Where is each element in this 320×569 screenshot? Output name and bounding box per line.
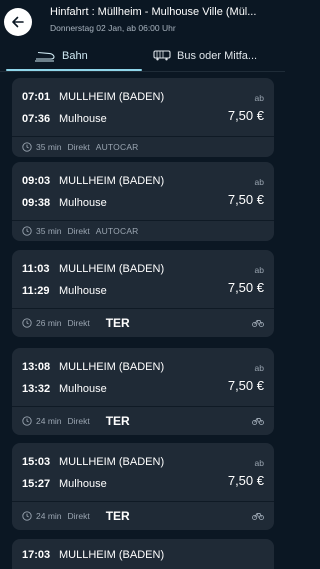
departure-station: MULLHEIM (BADEN) <box>59 175 165 187</box>
connection-details: 26 min Direkt TER <box>12 309 274 337</box>
departure-station: MULLHEIM (BADEN) <box>59 361 165 373</box>
arrival-time: 07:36 <box>22 113 51 125</box>
departure-station: MULLHEIM (BADEN) <box>59 263 165 275</box>
arrival-time: 09:38 <box>22 197 51 209</box>
departure-station: MULLHEIM (BADEN) <box>59 91 165 103</box>
duration: 35 min <box>36 226 62 236</box>
arrival-station: Mulhouse <box>59 197 107 209</box>
price: 7,50 € <box>227 108 264 123</box>
connection-details: 24 min Direkt TER <box>12 502 274 530</box>
tab-bahn[interactable]: Bahn <box>34 42 88 69</box>
departure-station: MULLHEIM (BADEN) <box>59 549 165 561</box>
back-button[interactable] <box>4 8 32 36</box>
connection-card[interactable]: 07:01 MULLHEIM (BADEN) 07:36 Mulhouse ab… <box>12 78 274 157</box>
bus-icon <box>153 50 171 61</box>
bicycle-icon <box>252 418 264 426</box>
connection-type: Direkt <box>67 142 90 152</box>
duration: 26 min <box>36 318 62 328</box>
price-prefix: ab <box>254 265 264 275</box>
price: 7,50 € <box>227 280 264 295</box>
arrow-left-icon <box>12 16 24 28</box>
arrival-time: 13:32 <box>22 383 51 395</box>
arrival-station: Mulhouse <box>59 285 107 297</box>
connection-details: 35 min Direkt AUTOCAR <box>12 137 274 157</box>
connection-type: Direkt <box>67 511 90 521</box>
tab-bus[interactable]: Bus oder Mitfa... <box>153 42 257 69</box>
divider <box>0 71 285 72</box>
clock-icon <box>22 142 32 152</box>
arrival-time: 11:29 <box>22 285 50 297</box>
arrival-station: Mulhouse <box>59 478 107 490</box>
departure-time: 17:03 <box>22 549 51 561</box>
price-prefix: ab <box>254 177 264 187</box>
clock-icon <box>22 511 32 521</box>
connection-details: 24 min Direkt TER <box>12 407 274 435</box>
clock-icon <box>22 226 32 236</box>
transport-tabs: Bahn Bus oder Mitfa... <box>0 42 285 72</box>
operator: TER <box>105 414 130 428</box>
operator: TER <box>105 509 130 523</box>
departure-time: 07:01 <box>22 91 51 103</box>
header: Hinfahrt : Müllheim - Mulhouse Ville (Mü… <box>0 0 285 42</box>
departure-time: 13:08 <box>22 361 51 373</box>
page-subtitle: Donnerstag 02 Jan, ab 06:00 Uhr <box>50 23 176 33</box>
price: 7,50 € <box>227 473 264 488</box>
duration: 35 min <box>36 142 62 152</box>
train-icon <box>35 51 55 62</box>
connection-type: Direkt <box>67 416 90 426</box>
tab-bahn-label: Bahn <box>62 49 88 62</box>
arrival-time: 15:27 <box>22 478 51 490</box>
departure-time: 15:03 <box>22 456 51 468</box>
connection-type: Direkt <box>67 318 90 328</box>
price-prefix: ab <box>254 363 264 373</box>
departure-time: 09:03 <box>22 175 51 187</box>
price-prefix: ab <box>254 458 264 468</box>
bicycle-icon <box>252 320 264 328</box>
clock-icon <box>22 318 32 328</box>
operator: AUTOCAR <box>95 226 139 236</box>
bicycle-icon <box>252 513 264 521</box>
connection-type: Direkt <box>67 226 90 236</box>
price: 7,50 € <box>227 192 264 207</box>
price: 7,50 € <box>227 378 264 393</box>
connection-card[interactable]: 11:03 MULLHEIM (BADEN) 11:29 Mulhouse ab… <box>12 250 274 337</box>
arrival-station: Mulhouse <box>59 383 107 395</box>
duration: 24 min <box>36 511 62 521</box>
tab-bus-label: Bus oder Mitfa... <box>177 49 258 62</box>
departure-station: MULLHEIM (BADEN) <box>59 456 165 468</box>
duration: 24 min <box>36 416 62 426</box>
arrival-station: Mulhouse <box>59 113 107 125</box>
operator: TER <box>105 316 130 330</box>
operator: AUTOCAR <box>95 142 139 152</box>
connection-card[interactable]: 15:03 MULLHEIM (BADEN) 15:27 Mulhouse ab… <box>12 443 274 530</box>
connection-card[interactable]: 09:03 MULLHEIM (BADEN) 09:38 Mulhouse ab… <box>12 162 274 241</box>
connection-card[interactable]: 17:03 MULLHEIM (BADEN) <box>12 539 274 569</box>
connection-details: 35 min Direkt AUTOCAR <box>12 221 274 241</box>
departure-time: 11:03 <box>22 263 50 275</box>
connection-card[interactable]: 13:08 MULLHEIM (BADEN) 13:32 Mulhouse ab… <box>12 348 274 435</box>
page-title: Hinfahrt : Müllheim - Mulhouse Ville (Mü… <box>50 6 257 18</box>
price-prefix: ab <box>254 93 264 103</box>
clock-icon <box>22 416 32 426</box>
